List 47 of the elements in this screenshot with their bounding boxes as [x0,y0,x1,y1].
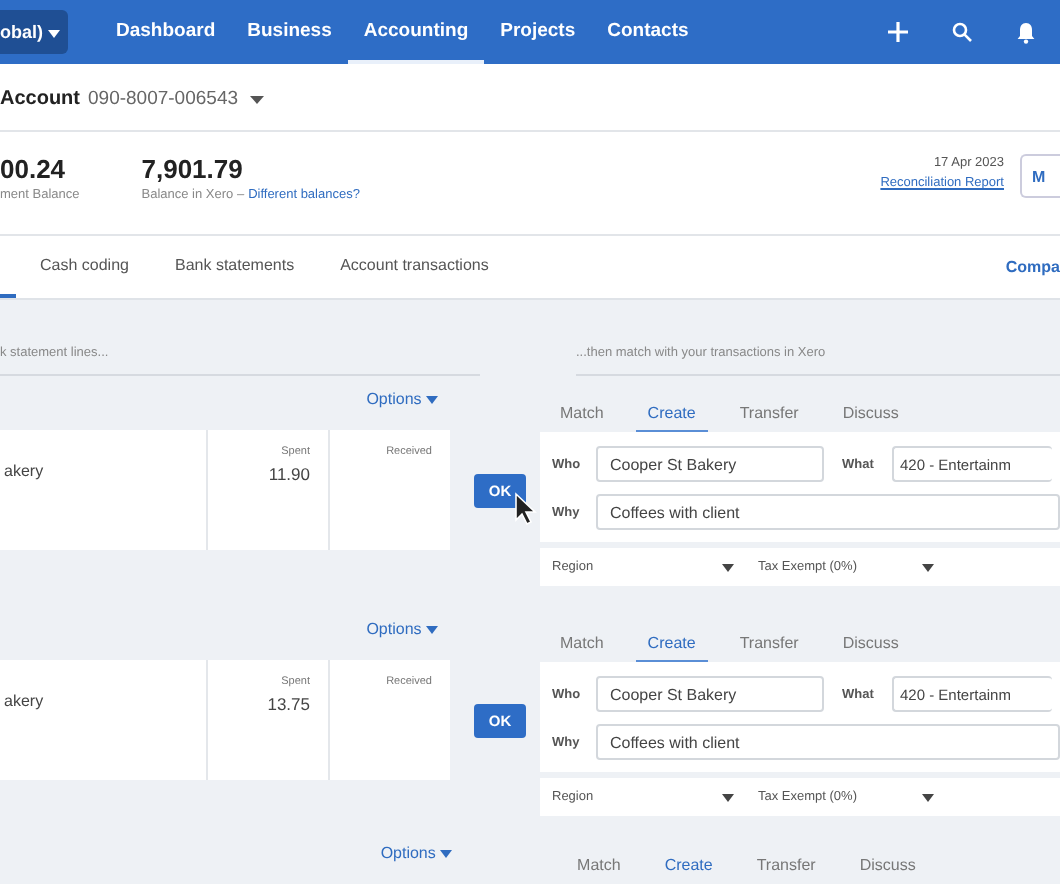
action-button[interactable]: M [1020,154,1060,198]
who-field[interactable]: Cooper St Bakery [596,676,824,712]
match-tab[interactable]: Discuss [830,386,911,432]
tab[interactable]: Bank statements [174,236,315,298]
match-tab[interactable]: Match [548,616,616,662]
options-dropdown[interactable]: Options [354,616,450,642]
payee-name: akery [4,692,44,710]
match-tab[interactable]: Match [548,386,616,432]
caret-icon [440,850,453,858]
match-tab[interactable]: Match [565,840,633,884]
compare-link[interactable]: Compa [1005,258,1060,276]
caret-icon[interactable] [250,95,265,103]
caret-icon [426,396,438,404]
nav-tab[interactable]: Projects [484,0,592,64]
options-dropdown[interactable]: Options [368,840,465,866]
spent-amount: 13.75 [267,694,310,714]
options-dropdown[interactable]: Options [354,386,450,412]
why-field[interactable]: Coffees with client [596,494,1060,530]
nav-tab[interactable]: Business [231,0,348,64]
caret-icon [722,793,734,801]
spent-amount: 11.90 [268,464,310,484]
who-field[interactable]: Cooper St Bakery [596,446,824,482]
caret-icon [922,563,934,571]
search-icon[interactable] [952,22,972,42]
organisation-menu-button[interactable]: obal) [0,10,68,54]
balance-amount: 00.24 [0,154,68,184]
payee-name: akery [4,462,44,480]
tab[interactable]: Cash coding [40,236,149,298]
match-tab[interactable]: Transfer [727,386,811,432]
caret-icon [722,563,734,571]
plus-icon[interactable] [888,22,908,42]
nav-tab[interactable]: Dashboard [100,0,232,64]
caret-icon [922,793,934,801]
match-tab[interactable]: Discuss [847,840,928,884]
tab[interactable]: Account transactions [340,236,509,298]
account-number: 090-8007-006543 [88,88,239,110]
match-tab[interactable]: Discuss [830,616,911,662]
why-field[interactable]: Coffees with client [596,724,1060,760]
caret-icon [426,626,438,634]
account-name: Account [0,88,80,110]
caret-icon [48,30,60,38]
match-tab[interactable]: Transfer [744,840,828,884]
nav-tab[interactable]: Contacts [591,0,705,64]
bell-icon[interactable] [1016,21,1036,43]
match-tab[interactable]: Transfer [727,616,811,662]
match-tab[interactable]: Create [652,840,725,884]
balance-amount: 7,901.79 [141,154,245,184]
